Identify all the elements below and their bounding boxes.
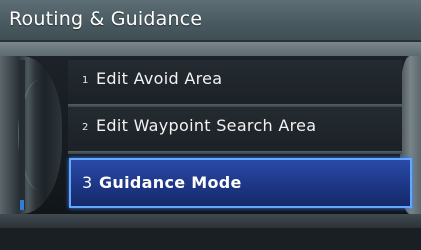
menu-item-number: 2 xyxy=(82,122,89,133)
menu-item-number: 1 xyxy=(82,75,89,86)
screen-title: Routing & Guidance xyxy=(9,8,203,30)
footer-bar xyxy=(0,228,421,250)
menu-item-label: Edit Waypoint Search Area xyxy=(96,116,317,135)
menu-item-guidance-mode[interactable]: 3 Guidance Mode xyxy=(69,158,412,208)
bottom-frame-band xyxy=(0,214,421,228)
menu-item-label: Edit Avoid Area xyxy=(96,69,223,88)
scrollbar-thumb[interactable] xyxy=(20,200,24,210)
title-bar: Routing & Guidance xyxy=(0,0,421,41)
menu-item-label: Guidance Mode xyxy=(99,173,242,192)
menu-divider xyxy=(68,151,402,154)
menu-item-number: 3 xyxy=(82,173,93,192)
menu-item-edit-waypoint-search-area[interactable]: 2 Edit Waypoint Search Area xyxy=(68,107,402,151)
menu-item-edit-avoid-area[interactable]: 1 Edit Avoid Area xyxy=(68,60,402,104)
scrollbar-track[interactable] xyxy=(19,60,25,210)
top-frame-band xyxy=(0,42,421,56)
